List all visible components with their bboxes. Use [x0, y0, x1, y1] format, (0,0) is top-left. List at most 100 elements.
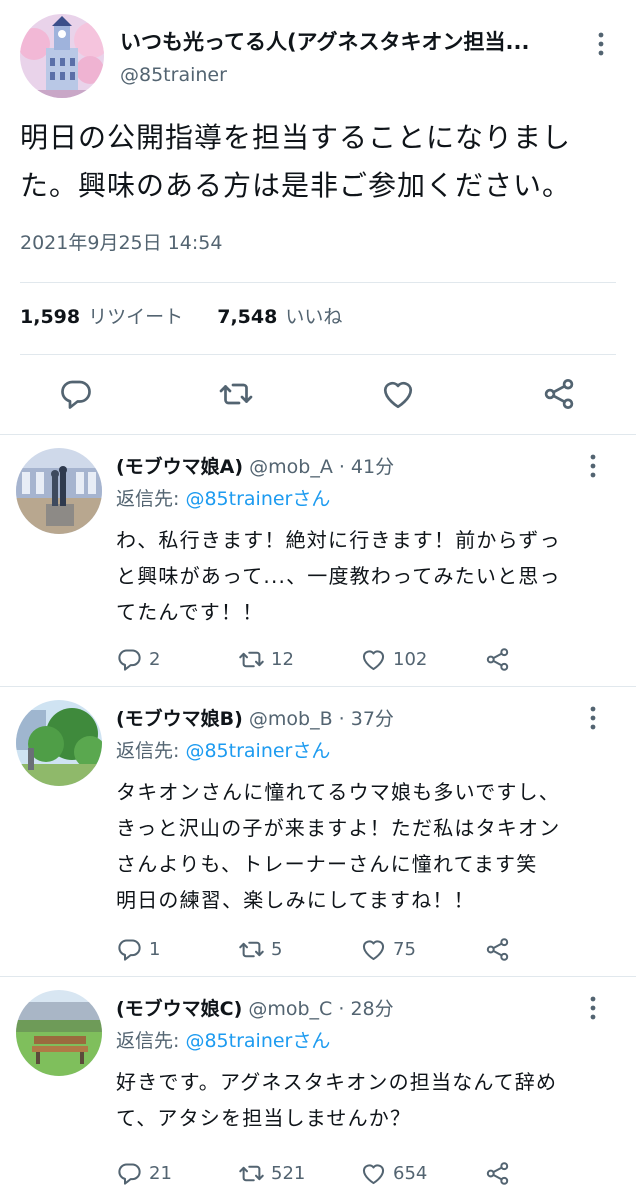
like-label: いいね: [285, 306, 343, 328]
reply-text-line: てたんです！！: [116, 600, 264, 624]
reply-to-link[interactable]: @85trainerさん: [185, 1030, 330, 1052]
display-name[interactable]: (モブウマ娘B): [116, 708, 243, 730]
tweet-text-line: た。興味のある方は是非ご参加ください。: [20, 169, 572, 202]
reply-actions: 21 521 654: [116, 1158, 616, 1188]
reply-button[interactable]: 2: [116, 644, 160, 674]
reply-header: (モブウマ娘B) @mob_B · 37分: [116, 704, 394, 731]
reply-to-prefix: 返信先:: [116, 740, 186, 762]
reply-button[interactable]: [58, 376, 94, 412]
more-options-icon[interactable]: [590, 30, 612, 58]
retweet-button[interactable]: 521: [238, 1158, 305, 1188]
share-button[interactable]: [484, 934, 511, 964]
handle-time[interactable]: @mob_B · 37分: [249, 708, 394, 730]
like-button[interactable]: 654: [360, 1158, 427, 1188]
divider: [0, 976, 636, 977]
reply-text-line: わ、私行きます！絶対に行きます！前からずっ: [116, 528, 561, 552]
more-options-icon[interactable]: [582, 994, 604, 1022]
reply-to: 返信先: @85trainerさん: [116, 736, 330, 763]
display-name[interactable]: (モブウマ娘A): [116, 456, 243, 478]
retweet-icon: [218, 376, 254, 412]
reply-text-line: と興味があって...、一度教わってみたいと思っ: [116, 564, 561, 588]
like-button[interactable]: 102: [360, 644, 427, 674]
reply-text: タキオンさんに憧れてるウマ娘も多いですし、 きっと沢山の子が来ますよ！ただ私はタ…: [116, 774, 616, 918]
avatar[interactable]: [16, 700, 102, 786]
retweet-label: リツイート: [88, 306, 184, 328]
reply-tweet[interactable]: (モブウマ娘A) @mob_A · 41分 返信先: @85trainerさん …: [0, 436, 636, 686]
reply-text-line: 好きです。アグネスタキオンの担当なんて辞め: [116, 1070, 558, 1094]
retweet-count: 521: [271, 1162, 306, 1184]
reply-header: (モブウマ娘A) @mob_A · 41分: [116, 452, 394, 479]
reply-text: わ、私行きます！絶対に行きます！前からずっ と興味があって...、一度教わってみ…: [116, 522, 616, 630]
reply-button[interactable]: 21: [116, 1158, 172, 1188]
share-icon: [484, 1160, 511, 1187]
reply-count: 21: [149, 1162, 172, 1184]
reply-icon: [116, 936, 143, 963]
reply-text-line: て、アタシを担当しませんか？: [116, 1106, 412, 1130]
reply-tweet[interactable]: (モブウマ娘C) @mob_C · 28分 返信先: @85trainerさん …: [0, 978, 636, 1200]
reply-to: 返信先: @85trainerさん: [116, 1026, 330, 1053]
divider: [20, 354, 616, 355]
reply-icon: [58, 376, 94, 412]
share-icon: [541, 376, 577, 412]
retweet-stat[interactable]: 1,598 リツイート: [20, 306, 189, 328]
avatar[interactable]: [16, 448, 102, 534]
like-count: 7,548: [217, 306, 278, 328]
reply-to-link[interactable]: @85trainerさん: [185, 740, 330, 762]
reply-text-line: 明日の練習、楽しみにしてますね！！: [116, 888, 475, 912]
share-icon: [484, 646, 511, 673]
like-button[interactable]: 75: [360, 934, 416, 964]
display-name[interactable]: (モブウマ娘C): [116, 998, 242, 1020]
reply-actions: 1 5 75: [116, 934, 616, 964]
reply-to: 返信先: @85trainerさん: [116, 484, 330, 511]
more-options-icon[interactable]: [582, 452, 604, 480]
reply-icon: [116, 646, 143, 673]
reply-button[interactable]: 1: [116, 934, 160, 964]
reply-text: 好きです。アグネスタキオンの担当なんて辞め て、アタシを担当しませんか？: [116, 1064, 616, 1136]
reply-header: (モブウマ娘C) @mob_C · 28分: [116, 994, 394, 1021]
more-options-icon[interactable]: [582, 704, 604, 732]
like-count: 654: [393, 1162, 428, 1184]
reply-actions: 2 12 102: [116, 644, 616, 674]
share-button[interactable]: [541, 376, 577, 412]
handle-time[interactable]: @mob_C · 28分: [248, 998, 393, 1020]
like-icon: [360, 1160, 387, 1187]
retweet-count: 5: [271, 938, 283, 960]
reply-text-line: タキオンさんに憧れてるウマ娘も多いですし、: [116, 780, 560, 804]
reply-count: 1: [149, 938, 161, 960]
share-button[interactable]: [484, 644, 511, 674]
retweet-button[interactable]: [218, 376, 254, 412]
avatar-statue-image: [16, 448, 102, 534]
like-icon: [360, 936, 387, 963]
reply-text-line: きっと沢山の子が来ますよ！ただ私はタキオン: [116, 816, 561, 840]
divider: [0, 686, 636, 687]
reply-to-prefix: 返信先:: [116, 1030, 186, 1052]
avatar[interactable]: [16, 990, 102, 1076]
share-icon: [484, 936, 511, 963]
like-count: 75: [393, 938, 416, 960]
divider: [0, 434, 636, 435]
retweet-icon: [238, 1160, 265, 1187]
like-button[interactable]: [380, 376, 416, 412]
retweet-button[interactable]: 5: [238, 934, 282, 964]
handle-time[interactable]: @mob_A · 41分: [249, 456, 394, 478]
like-icon: [360, 646, 387, 673]
tweet-text-line: 明日の公開指導を担当することになりまし: [20, 121, 572, 154]
share-button[interactable]: [484, 1158, 511, 1188]
retweet-button[interactable]: 12: [238, 644, 294, 674]
tweet-stats: 1,598 リツイート 7,548 いいね: [20, 302, 342, 329]
avatar-trees-image: [16, 700, 102, 786]
avatar-building-image: [20, 14, 104, 98]
reply-tweet[interactable]: (モブウマ娘B) @mob_B · 37分 返信先: @85trainerさん …: [0, 688, 636, 976]
display-name[interactable]: いつも光ってる人(アグネスタキオン担当...: [120, 26, 565, 56]
reply-to-prefix: 返信先:: [116, 488, 186, 510]
like-count: 102: [393, 648, 428, 670]
reply-to-link[interactable]: @85trainerさん: [185, 488, 330, 510]
reply-text-line: さんよりも、トレーナーさんに憧れてます笑: [116, 852, 538, 876]
user-handle[interactable]: @85trainer: [120, 64, 227, 86]
retweet-icon: [238, 646, 265, 673]
like-stat[interactable]: 7,548 いいね: [217, 306, 342, 328]
reply-icon: [116, 1160, 143, 1187]
avatar[interactable]: [20, 14, 104, 98]
divider: [20, 282, 616, 283]
tweet-timestamp[interactable]: 2021年9月25日 14:54: [20, 228, 222, 255]
